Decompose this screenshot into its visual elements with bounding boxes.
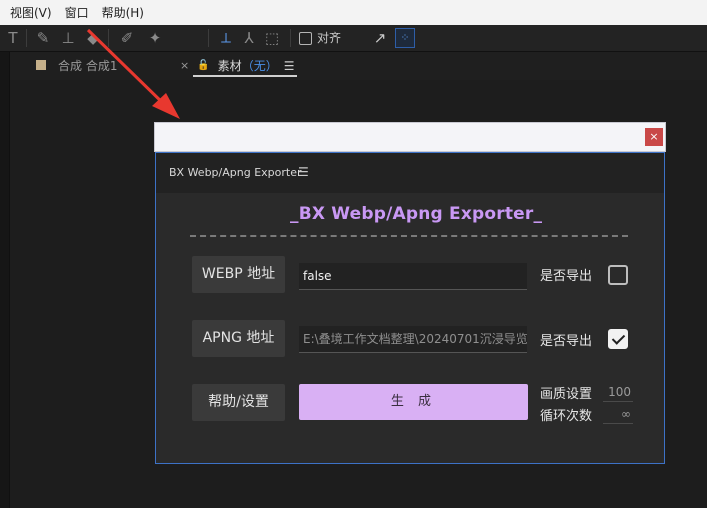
webp-export-checkbox[interactable] [608,265,628,285]
loop-input[interactable]: ∞ [603,404,633,424]
webp-path-field[interactable]: false [299,263,527,290]
generate-button[interactable]: 生 成 [299,384,528,420]
help-settings-button[interactable]: 帮助/设置 [192,384,285,421]
apng-export-label: 是否导出 [540,334,593,349]
quality-input[interactable]: 100 [603,382,633,402]
dashed-divider [190,235,628,237]
apng-path-button[interactable]: APNG 地址 [192,320,285,357]
close-icon[interactable]: × [645,128,663,146]
quality-label: 画质设置 [540,387,593,402]
hamburger-icon[interactable]: ☰ [298,165,309,179]
dialog-title-bar[interactable] [154,122,666,152]
apng-path-field[interactable]: E:\叠境工作文档整理\20240701沉浸导览 [299,326,527,353]
panel-name: BX Webp/Apng Exporter [169,166,302,179]
exporter-heading: _BX Webp/Apng Exporter_ [290,204,543,224]
loop-label: 循环次数 [540,409,593,424]
apng-export-checkbox[interactable] [608,329,628,349]
webp-path-button[interactable]: WEBP 地址 [192,256,285,293]
webp-export-label: 是否导出 [540,269,593,284]
